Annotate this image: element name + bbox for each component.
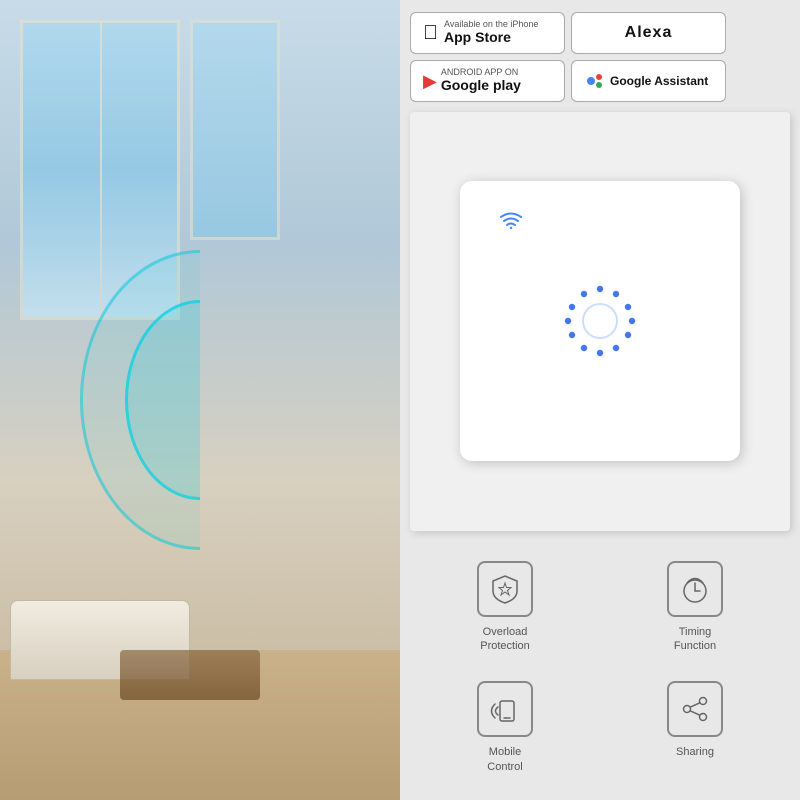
clock-alarm-icon	[679, 573, 711, 605]
google-play-sub: ANDROID APP ON	[441, 68, 521, 77]
features-grid: OverloadProtection TimingFunction	[400, 539, 800, 800]
sharing-label: Sharing	[676, 745, 714, 759]
feature-sharing: Sharing	[600, 667, 790, 788]
app-store-sub: Available on the iPhone	[444, 20, 538, 29]
feature-mobile-control: MobileControl	[410, 667, 600, 788]
store-badges-section:  Available on the iPhone App Store Alex…	[400, 0, 800, 112]
google-assistant-label: Google Assistant	[610, 74, 708, 88]
touch-button[interactable]	[560, 281, 640, 361]
google-play-badge[interactable]: ▶ ANDROID APP ON Google play	[410, 60, 565, 102]
feature-overload-protection: OverloadProtection	[410, 547, 600, 668]
window-right	[190, 20, 280, 240]
google-assistant-icon	[584, 70, 606, 92]
overload-protection-label: OverloadProtection	[480, 625, 530, 654]
mobile-control-icon-box	[477, 681, 533, 737]
app-store-text: Available on the iPhone App Store	[444, 20, 538, 46]
timing-function-icon-box	[667, 561, 723, 617]
device-panel	[410, 112, 790, 531]
overload-protection-icon-box	[477, 561, 533, 617]
app-store-main: App Store	[444, 29, 538, 46]
timing-function-label: TimingFunction	[674, 625, 716, 654]
alexa-label: Alexa	[625, 24, 673, 42]
google-play-icon: ▶	[423, 72, 437, 90]
mobile-wifi-icon	[489, 693, 521, 725]
wifi-waves	[50, 250, 350, 550]
alexa-badge[interactable]: Alexa	[571, 12, 726, 54]
google-play-main: Google play	[441, 77, 521, 94]
apple-icon: 	[423, 23, 438, 43]
switch-wifi-indicator	[500, 211, 522, 234]
feature-timing-function: TimingFunction	[600, 547, 790, 668]
table	[120, 650, 260, 700]
shield-star-icon	[489, 573, 521, 605]
right-panel:  Available on the iPhone App Store Alex…	[400, 0, 800, 800]
room-background	[0, 0, 400, 800]
share-icon	[679, 693, 711, 725]
mobile-control-label: MobileControl	[487, 745, 522, 774]
sharing-icon-box	[667, 681, 723, 737]
smart-switch-device	[460, 181, 740, 461]
google-assistant-badge[interactable]: Google Assistant	[571, 60, 726, 102]
dot-ring-icon	[560, 281, 640, 361]
wifi-wave-outer	[80, 250, 320, 550]
google-play-text: ANDROID APP ON Google play	[441, 68, 521, 94]
app-store-badge[interactable]:  Available on the iPhone App Store	[410, 12, 565, 54]
